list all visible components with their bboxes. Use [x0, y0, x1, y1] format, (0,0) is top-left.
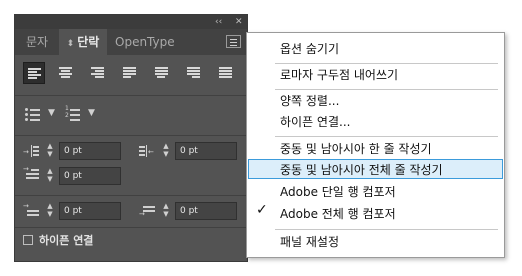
first-line-indent-icon: →: [23, 165, 39, 181]
list-controls: ▼ 12 ▼: [15, 101, 247, 127]
tab-paragraph[interactable]: ⬍ 단락: [59, 29, 107, 55]
left-indent-field[interactable]: 0 pt: [59, 142, 121, 160]
numbered-list-icon[interactable]: 12: [65, 105, 81, 121]
space-before-icon: →: [23, 202, 39, 218]
collapse-icon[interactable]: ‹‹: [215, 16, 222, 28]
menu-separator: [275, 89, 498, 90]
menu-item-adobe-single-line-composer[interactable]: Adobe 단일 행 컴포저: [280, 184, 396, 200]
tab-opentype[interactable]: OpenType: [115, 29, 185, 55]
justify-all-button[interactable]: [215, 62, 237, 84]
first-line-indent-stepper[interactable]: ▲ ▼: [45, 167, 55, 185]
first-line-indent-field[interactable]: 0 pt: [59, 167, 121, 185]
paragraph-panel: ‹‹ ✕ 문자 ⬍ 단락 OpenType ▼ 1 2 ▼ → ▲ ▼ 0 pt…: [14, 14, 248, 262]
updown-icon: ⬍: [66, 39, 75, 49]
menu-item-reset-panel[interactable]: 패널 재설정: [280, 234, 339, 250]
space-after-stepper[interactable]: ▲ ▼: [161, 202, 171, 220]
divider: [15, 195, 247, 196]
space-after-icon: →: [139, 204, 155, 218]
menu-item-me-every-line-composer[interactable]: 중동 및 남아시아 전체 줄 작성기: [280, 162, 443, 178]
alignment-buttons: [15, 59, 247, 87]
justify-center-button[interactable]: [151, 62, 173, 84]
divider: [15, 135, 247, 136]
align-center-button[interactable]: [55, 62, 77, 84]
menu-item-roman-hanging-punctuation[interactable]: 로마자 구두점 내어쓰기: [280, 67, 398, 83]
left-indent-icon: →: [23, 144, 39, 158]
menu-item-hyphenation[interactable]: 하이픈 연결...: [280, 114, 350, 130]
panel-flyout-menu: 옵션 숨기기 로마자 구두점 내어쓰기 양쪽 정렬... 하이픈 연결... 중…: [246, 32, 505, 258]
space-after-field[interactable]: 0 pt: [175, 202, 237, 220]
right-indent-field[interactable]: 0 pt: [175, 142, 237, 160]
menu-item-justification[interactable]: 양쪽 정렬...: [280, 93, 339, 109]
space-before-field[interactable]: 0 pt: [59, 202, 121, 220]
chevron-down-icon[interactable]: ▼: [88, 108, 95, 118]
bullet-list-icon[interactable]: [25, 107, 41, 121]
tab-opentype-label: OpenType: [115, 35, 175, 49]
tab-character-label: 문자: [25, 35, 49, 49]
right-indent-icon: ←: [139, 144, 155, 158]
panel-tabs: 문자 ⬍ 단락 OpenType: [15, 29, 247, 55]
space-before-stepper[interactable]: ▲ ▼: [45, 202, 55, 220]
checkmark-icon: ✓: [256, 202, 268, 218]
tab-paragraph-label: 단락: [77, 35, 100, 49]
hyphenate-checkbox[interactable]: [23, 235, 33, 245]
right-indent-stepper[interactable]: ▲ ▼: [161, 142, 171, 160]
menu-item-hide-options[interactable]: 옵션 숨기기: [280, 41, 339, 57]
panel-menu-button[interactable]: [226, 35, 241, 48]
align-right-button[interactable]: [87, 62, 109, 84]
left-indent-stepper[interactable]: ▲ ▼: [45, 142, 55, 160]
hyphenate-label: 하이픈 연결: [39, 234, 94, 247]
tab-character[interactable]: 문자: [15, 29, 59, 55]
justify-right-button[interactable]: [183, 62, 205, 84]
panel-titlebar: ‹‹ ✕: [15, 15, 247, 29]
menu-item-adobe-every-line-composer[interactable]: Adobe 전체 행 컴포저: [280, 206, 396, 222]
menu-separator: [275, 63, 498, 64]
chevron-down-icon[interactable]: ▼: [48, 108, 55, 118]
menu-separator: [275, 229, 498, 230]
divider: [15, 227, 247, 228]
menu-item-me-single-line-composer[interactable]: 중동 및 남아시아 한 줄 작성기: [280, 141, 432, 157]
align-left-button[interactable]: [23, 62, 45, 84]
justify-left-button[interactable]: [119, 62, 141, 84]
divider: [15, 95, 247, 96]
close-icon[interactable]: ✕: [235, 16, 243, 28]
menu-separator: [275, 136, 498, 137]
